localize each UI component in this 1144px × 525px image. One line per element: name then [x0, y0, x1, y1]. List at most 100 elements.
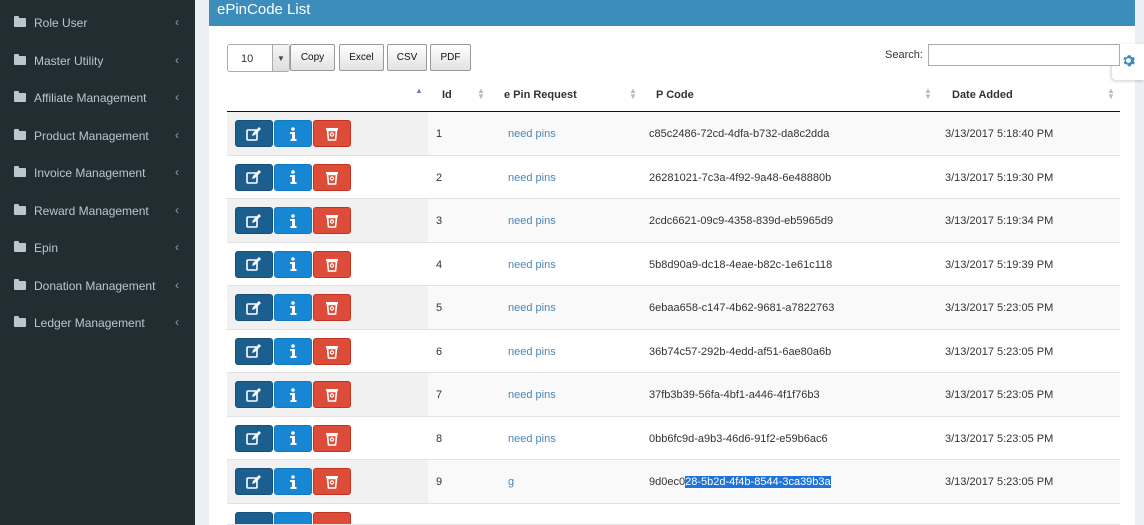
actions-cell	[227, 112, 428, 155]
folder-icon	[14, 91, 26, 102]
column-header-date-added[interactable]: Date Added	[952, 89, 1013, 101]
sort-icon[interactable]: ▲ ▼	[477, 87, 485, 101]
info-button[interactable]	[274, 424, 312, 452]
cell-p-code: 5b8d90a9-dc18-4eae-b82c-1e61c118	[649, 258, 833, 271]
sort-asc-icon[interactable]: ▲	[415, 87, 423, 95]
actions-cell	[227, 156, 428, 199]
epin-request-link[interactable]: need pins	[508, 259, 556, 271]
sort-icon[interactable]: ▲ ▼	[1107, 87, 1115, 101]
delete-button[interactable]	[313, 337, 351, 365]
sidebar-item-ledger-management[interactable]: Ledger Management ‹	[0, 305, 195, 341]
delete-button[interactable]	[313, 207, 351, 234]
cell-id: 9	[436, 476, 443, 488]
sort-icon[interactable]: ▲ ▼	[924, 87, 932, 101]
edit-button[interactable]	[235, 381, 273, 408]
edit-button[interactable]	[235, 207, 273, 234]
edit-button[interactable]	[235, 424, 273, 452]
info-button[interactable]	[274, 250, 312, 278]
actions-cell	[227, 199, 428, 242]
copy-button[interactable]: Copy	[290, 44, 335, 71]
epin-request-link[interactable]: need pins	[508, 389, 556, 401]
sidebar-item-epin[interactable]: Epin ‹	[0, 230, 195, 266]
epin-request-link[interactable]: need pins	[508, 346, 556, 358]
delete-button[interactable]	[313, 468, 351, 495]
table-header: ▲ Id ▲ ▼ e Pin Request ▲ ▼ P Code ▲ ▼ Date …	[227, 80, 1120, 112]
sidebar-item-label: Ledger Management	[34, 316, 145, 330]
text-selection: 28-5b2d-4f4b-8544-3ca39b3a	[685, 476, 831, 488]
info-button[interactable]	[274, 381, 312, 408]
page-length-select[interactable]: 10 ▼	[227, 44, 290, 72]
edit-icon	[246, 431, 262, 445]
edit-button[interactable]	[235, 294, 273, 321]
delete-button[interactable]	[313, 163, 351, 191]
sidebar-item-master-utility[interactable]: Master Utility ‹	[0, 43, 195, 79]
delete-button[interactable]	[313, 381, 351, 408]
actions-cell	[227, 417, 428, 460]
pdf-button[interactable]: PDF	[430, 44, 471, 71]
info-button[interactable]	[274, 337, 312, 365]
table-row: 1 need pins c85c2486-72cd-4dfa-b732-da8c…	[227, 112, 1120, 156]
p-code-unselected-text: 9d0ec0	[649, 476, 686, 488]
excel-button[interactable]: Excel	[339, 44, 384, 71]
sidebar-item-product-management[interactable]: Product Management ‹	[0, 118, 195, 154]
info-button[interactable]	[274, 511, 312, 525]
epin-request-link[interactable]: need pins	[508, 215, 556, 227]
chevron-down-icon: ▼	[272, 45, 289, 71]
epin-request-link[interactable]: need pins	[508, 433, 556, 445]
cell-id: 7	[436, 389, 443, 401]
edit-icon	[246, 474, 262, 489]
column-header-id[interactable]: Id	[442, 89, 452, 101]
delete-button[interactable]	[313, 294, 351, 321]
edit-button[interactable]	[235, 337, 273, 365]
edit-button[interactable]	[235, 468, 273, 495]
edit-button[interactable]	[235, 250, 273, 278]
folder-icon	[14, 16, 26, 27]
trash-icon	[325, 213, 339, 228]
table-row: 8 need pins 0bb6fc9d-a9b3-46d6-91f2-e59b…	[227, 417, 1120, 460]
chevron-left-icon: ‹	[175, 90, 179, 104]
info-button[interactable]	[274, 207, 312, 234]
delete-button[interactable]	[313, 424, 351, 452]
edit-button[interactable]	[235, 163, 273, 191]
table-row: 5 need pins 6ebaa658-c147-4b62-9681-a782…	[227, 286, 1120, 330]
epin-request-link[interactable]: g	[508, 476, 514, 488]
column-header-epin-request[interactable]: e Pin Request	[504, 89, 577, 101]
trash-icon	[325, 431, 339, 446]
sidebar-item-reward-management[interactable]: Reward Management ‹	[0, 193, 195, 229]
cell-date-added: 3/13/2017 5:23:05 PM	[945, 345, 1054, 358]
info-button[interactable]	[274, 163, 312, 191]
delete-button[interactable]	[313, 511, 351, 525]
sidebar-item-invoice-management[interactable]: Invoice Management ‹	[0, 155, 195, 191]
delete-button[interactable]	[313, 120, 351, 147]
edit-icon	[246, 387, 262, 402]
cell-p-code: 6ebaa658-c147-4b62-9681-a7822763	[649, 302, 835, 314]
sidebar-item-label: Epin	[34, 241, 59, 255]
sidebar-item-role-user[interactable]: Role User ‹	[0, 5, 195, 41]
edit-button[interactable]	[235, 511, 273, 525]
edit-button[interactable]	[235, 120, 273, 147]
sidebar-item-donation-management[interactable]: Donation Management ‹	[0, 268, 195, 304]
info-button[interactable]	[274, 468, 312, 495]
table-row: 2 need pins 26281021-7c3a-4f92-9a48-6e48…	[227, 156, 1120, 199]
epin-request-link[interactable]: need pins	[508, 302, 556, 314]
folder-icon	[14, 204, 26, 215]
edit-icon	[246, 344, 262, 358]
cell-p-code: 9d0ec028-5b2d-4f4b-8544-3ca39b3a	[649, 476, 831, 488]
sort-icon[interactable]: ▲ ▼	[629, 87, 637, 101]
epin-request-link[interactable]: need pins	[508, 128, 556, 140]
sidebar-item-affiliate-management[interactable]: Affiliate Management ‹	[0, 80, 195, 116]
epin-request-link[interactable]: need pins	[508, 172, 556, 184]
cell-id: 8	[436, 432, 443, 445]
chevron-left-icon: ‹	[175, 315, 179, 329]
info-icon	[289, 300, 297, 315]
info-button[interactable]	[274, 294, 312, 321]
folder-icon	[14, 279, 26, 290]
delete-button[interactable]	[313, 250, 351, 278]
cell-date-added: 3/13/2017 5:19:39 PM	[945, 258, 1054, 271]
sidebar-item-label: Role User	[34, 16, 88, 30]
info-button[interactable]	[274, 120, 312, 147]
edit-icon	[246, 126, 262, 141]
csv-button[interactable]: CSV	[387, 44, 427, 71]
search-input[interactable]	[928, 44, 1120, 66]
column-header-p-code[interactable]: P Code	[656, 89, 694, 101]
